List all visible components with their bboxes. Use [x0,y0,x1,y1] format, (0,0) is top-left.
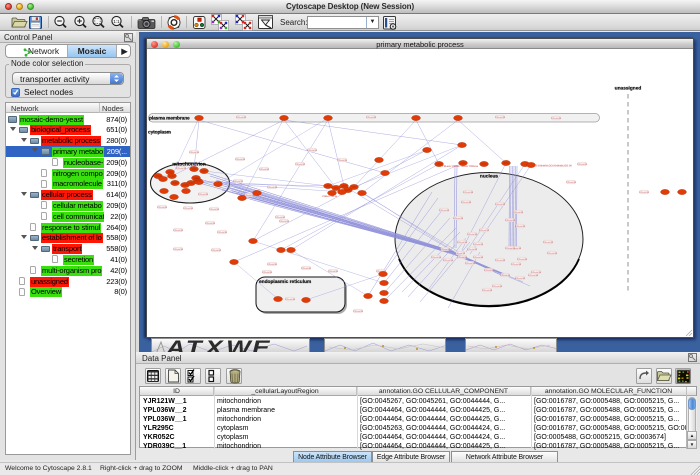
svg-text:YALxxxW: YALxxxW [353,310,364,313]
svg-text:YALxxxW: YALxxxW [473,256,484,259]
svg-text:YALxxxW: YALxxxW [500,274,511,277]
svg-text:YALxxxW: YALxxxW [473,243,484,246]
svg-text:YALxxxW: YALxxxW [366,116,377,119]
svg-text:YALxxxW: YALxxxW [515,277,526,280]
svg-text:E: E [252,339,271,353]
svg-text:YALxxxW: YALxxxW [262,271,273,274]
svg-text:A: A [165,339,185,353]
svg-text:YALxxxW: YALxxxW [233,180,244,183]
svg-text:W: W [226,339,253,353]
svg-text:YALxxxW: YALxxxW [461,201,472,204]
svg-text:YALxxxW: YALxxxW [205,222,216,225]
svg-text:1:1: 1:1 [113,19,120,24]
svg-text:YALxxxW: YALxxxW [639,191,650,194]
svg-text:cytoplasm: cytoplasm [148,130,171,136]
svg-text:YALxxxW: YALxxxW [285,298,296,301]
svg-text:YALxxxW: YALxxxW [279,220,290,223]
svg-text:YALxxxW: YALxxxW [465,262,476,265]
svg-text:YALxxxW: YALxxxW [267,263,278,266]
svg-text:YALxxxW: YALxxxW [467,248,478,251]
svg-text:YALxxxW: YALxxxW [547,252,558,255]
svg-text:X: X [203,339,224,353]
svg-text:YALxxxW: YALxxxW [511,263,522,266]
svg-text:YALxxxW: YALxxxW [463,191,474,194]
svg-text:YALxxxW: YALxxxW [209,208,220,211]
svg-text:YALxxxW: YALxxxW [455,252,466,255]
svg-text:YALxxxW: YALxxxW [173,248,184,251]
svg-text:YALxxxW: YALxxxW [479,229,490,232]
svg-text:YALxxxW: YALxxxW [189,151,200,154]
svg-text:YALxxxW: YALxxxW [431,256,442,259]
svg-text:YALxxxW: YALxxxW [211,249,222,252]
svg-text:GO:0044464,GO:0044444,GO:00: GO:0044464,GO:0044444,GO:00 [533,165,572,168]
svg-text:YALxxxW: YALxxxW [301,267,312,270]
svg-text:plasma membrane: plasma membrane [149,116,190,122]
svg-text:YALxxxW: YALxxxW [515,225,526,228]
svg-text:T: T [186,339,204,353]
svg-text:YALxxxW: YALxxxW [259,168,270,171]
svg-text:YALxxxW: YALxxxW [457,241,468,244]
svg-text:YALxxxW: YALxxxW [157,206,168,209]
svg-text:YALxxxW: YALxxxW [505,247,516,250]
svg-text:YALxxxW: YALxxxW [543,241,554,244]
svg-text:YALxxxW: YALxxxW [295,163,306,166]
svg-text:YALxxxW: YALxxxW [495,203,506,206]
svg-text:YALxxxW: YALxxxW [176,167,187,170]
svg-text:YALxxxW: YALxxxW [577,163,588,166]
svg-text:YALxxxW: YALxxxW [439,209,450,212]
svg-text:YALxxxW: YALxxxW [217,231,228,234]
svg-text:YALxxxW: YALxxxW [513,211,524,214]
svg-text:YALxxxW: YALxxxW [467,233,478,236]
svg-text:YALxxxW: YALxxxW [275,216,286,219]
svg-text:YALxxxW: YALxxxW [173,229,184,232]
svg-text:YALxxxW: YALxxxW [337,159,348,162]
svg-text:YALxxxW: YALxxxW [566,181,577,184]
svg-text:YALxxxW: YALxxxW [198,193,209,196]
svg-text:YALxxxW: YALxxxW [492,285,503,288]
svg-text:YALxxxW: YALxxxW [551,117,562,120]
svg-text:YALxxxW: YALxxxW [328,270,339,273]
svg-text:YALxxxW: YALxxxW [267,186,278,189]
svg-text:YALxxxW: YALxxxW [440,248,451,251]
svg-text:YALxxxW: YALxxxW [235,158,246,161]
svg-text:YALxxxW: YALxxxW [457,256,468,259]
svg-text:unassigned: unassigned [615,86,642,92]
svg-text:YALxxxW: YALxxxW [307,149,318,152]
svg-text:YALxxxW: YALxxxW [482,289,493,292]
svg-text:YALxxxW: YALxxxW [443,259,454,262]
svg-text:YALxxxW: YALxxxW [528,274,539,277]
svg-text:YALxxxW: YALxxxW [236,116,247,119]
svg-text:YALxxxW: YALxxxW [484,269,495,272]
svg-text:YALxxxW: YALxxxW [453,217,464,220]
svg-text:endoplasmic reticulum: endoplasmic reticulum [259,279,311,285]
svg-text:YALxxxW: YALxxxW [505,219,516,222]
svg-text:YALxxxW: YALxxxW [183,207,194,210]
svg-text:YALxxxW: YALxxxW [517,258,528,261]
svg-text:YALxxxW: YALxxxW [495,116,506,119]
svg-text:nucleus: nucleus [480,174,498,180]
svg-text:YALxxxW: YALxxxW [495,259,506,262]
